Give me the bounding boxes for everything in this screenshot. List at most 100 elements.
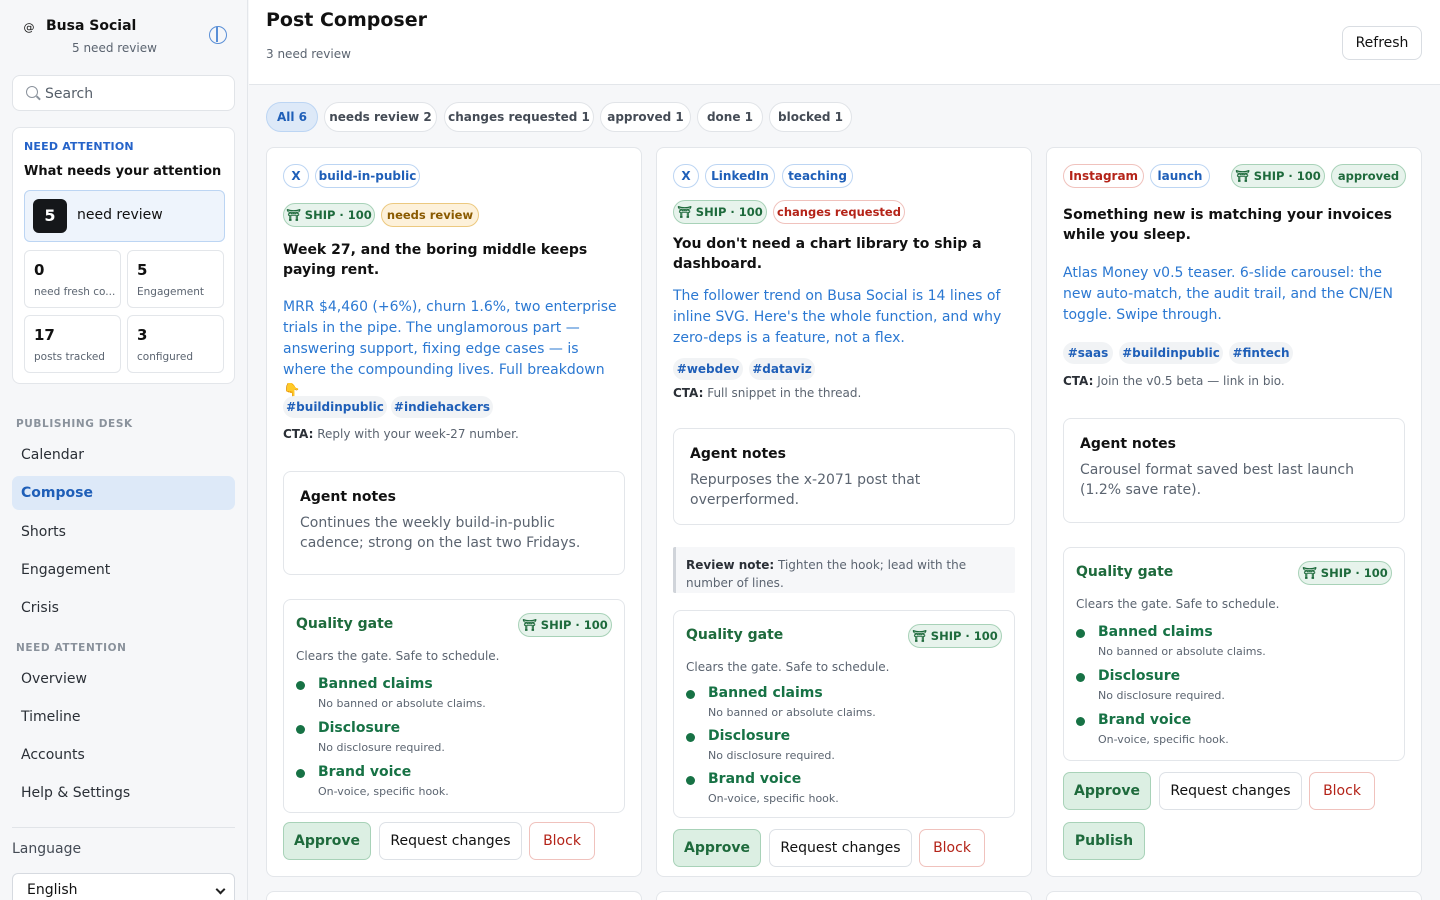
request-changes-button[interactable]: Request changes — [379, 822, 522, 860]
stat-value: 17 — [34, 326, 55, 344]
request-changes-button[interactable]: Request changes — [769, 829, 912, 867]
cta-label: CTA: — [283, 427, 314, 441]
quality-gate: Quality gate ⛩ SHIP · 100 Clears the gat… — [673, 610, 1015, 818]
filter-needs-review[interactable]: needs review 2 — [324, 102, 437, 132]
cta-text: Reply with your week-27 number. — [317, 427, 519, 441]
filter-all[interactable]: All 6 — [266, 102, 318, 132]
post-cta: CTA: Reply with your week-27 number. — [283, 427, 519, 441]
gate-check-detail: No disclosure required. — [708, 749, 835, 762]
filter-changes-requested[interactable]: changes requested 1 — [444, 102, 594, 132]
nav-section-attention: NEED ATTENTION — [16, 642, 127, 654]
status-badge: approved — [1331, 164, 1406, 188]
gate-check-detail: No banned or absolute claims. — [1098, 645, 1266, 658]
nav-item-shorts[interactable]: Shorts — [12, 515, 235, 549]
agent-notes-text: Continues the weekly build-in-public cad… — [300, 515, 581, 551]
search-box[interactable] — [12, 75, 235, 111]
gate-check-disclosure: Disclosure No disclosure required. — [296, 720, 606, 756]
post-body: The follower trend on Busa Social is 14 … — [673, 288, 1002, 346]
nav-item-accounts[interactable]: Accounts — [12, 738, 235, 772]
stat-posts-tracked[interactable]: 17 posts tracked — [24, 315, 121, 373]
gate-check-brand-voice: Brand voice On-voice, specific hook. — [686, 771, 996, 807]
platform-tag: X — [673, 164, 699, 188]
gate-check-title: Brand voice — [318, 764, 412, 780]
agent-notes-title: Agent notes — [1080, 436, 1176, 452]
language-label: Language — [12, 841, 82, 857]
hashtag: #dataviz — [749, 358, 815, 380]
filter-done[interactable]: done 1 — [697, 102, 763, 132]
need-review-label: need review — [77, 207, 163, 223]
approve-button[interactable]: Approve — [1063, 772, 1151, 810]
gate-check-title: Banned claims — [318, 676, 433, 692]
nav-section-publishing: PUBLISHING DESK — [16, 418, 133, 430]
nav-item-overview[interactable]: Overview — [12, 662, 235, 696]
publish-button[interactable]: Publish — [1063, 822, 1145, 860]
agent-notes-title: Agent notes — [690, 446, 786, 462]
gate-ship-badge: ⛩ SHIP · 100 — [518, 613, 612, 637]
agent-notes-text: Carousel format saved best last launch (… — [1080, 462, 1354, 498]
check-dot-icon — [686, 690, 695, 699]
nav-item-compose[interactable]: Compose — [12, 476, 235, 510]
filter-blocked[interactable]: blocked 1 — [769, 102, 852, 132]
stat-engagement[interactable]: 5 Engagement — [127, 250, 224, 308]
gate-check-title: Brand voice — [1098, 712, 1192, 728]
nav-item-calendar[interactable]: Calendar — [12, 438, 235, 472]
approve-button[interactable]: Approve — [283, 822, 371, 860]
gate-check-banned-claims: Banned claims No banned or absolute clai… — [686, 685, 996, 721]
need-review-count: 5 — [33, 199, 67, 233]
need-review-tile[interactable]: 5 need review — [24, 190, 225, 242]
cta-label: CTA: — [673, 386, 704, 400]
nav-item-help-settings[interactable]: Help & Settings — [12, 776, 235, 810]
nav-item-timeline[interactable]: Timeline — [12, 700, 235, 734]
block-button[interactable]: Block — [919, 829, 985, 867]
check-dot-icon — [1076, 717, 1085, 726]
gate-check-detail: No banned or absolute claims. — [318, 697, 486, 710]
request-changes-button[interactable]: Request changes — [1159, 772, 1302, 810]
stat-label: need fresh co... — [34, 286, 116, 298]
quality-gate-title: Quality gate — [686, 627, 784, 643]
block-button[interactable]: Block — [1309, 772, 1375, 810]
language-value: English — [27, 882, 78, 898]
post-card-next — [266, 891, 642, 900]
search-icon — [26, 86, 38, 98]
search-input[interactable] — [45, 84, 225, 104]
review-note-label: Review note: — [686, 558, 775, 572]
post-body: Atlas Money v0.5 teaser. 6-slide carouse… — [1063, 265, 1393, 323]
block-button[interactable]: Block — [529, 822, 595, 860]
quality-gate-summary: Clears the gate. Safe to schedule. — [686, 660, 890, 674]
approve-button[interactable]: Approve — [673, 829, 761, 867]
quality-gate-summary: Clears the gate. Safe to schedule. — [296, 649, 500, 663]
platform-tag: LinkedIn — [705, 164, 775, 188]
gate-ship-badge: ⛩ SHIP · 100 — [1298, 561, 1392, 585]
stat-label: posts tracked — [34, 351, 105, 363]
stat-label: Engagement — [137, 286, 204, 298]
stat-label: configured — [137, 351, 193, 363]
gate-check-disclosure: Disclosure No disclosure required. — [686, 728, 996, 764]
cta-label: CTA: — [1063, 374, 1094, 388]
language-select[interactable]: English — [12, 873, 235, 900]
post-card-next — [1046, 891, 1422, 900]
quality-gate: Quality gate ⛩ SHIP · 100 Clears the gat… — [1063, 547, 1405, 761]
hashtag: #buildinpublic — [1119, 342, 1223, 364]
filter-approved[interactable]: approved 1 — [600, 102, 691, 132]
check-dot-icon — [296, 681, 305, 690]
gate-check-disclosure: Disclosure No disclosure required. — [1076, 668, 1386, 704]
nav-item-crisis[interactable]: Crisis — [12, 591, 235, 625]
brand-subtitle: 5 need review — [72, 41, 157, 55]
post-title: Week 27, and the boring middle keeps pay… — [283, 242, 588, 278]
stat-configured[interactable]: 3 configured — [127, 315, 224, 373]
sidebar-toggle-icon[interactable] — [209, 26, 227, 44]
page-subtitle: 3 need review — [266, 47, 351, 61]
quality-gate: Quality gate ⛩ SHIP · 100 Clears the gat… — [283, 599, 625, 813]
check-dot-icon — [1076, 629, 1085, 638]
nav-item-engagement[interactable]: Engagement — [12, 553, 235, 587]
stat-need-fresh[interactable]: 0 need fresh co... — [24, 250, 121, 308]
refresh-button[interactable]: Refresh — [1342, 26, 1422, 60]
check-dot-icon — [686, 733, 695, 742]
gate-check-brand-voice: Brand voice On-voice, specific hook. — [1076, 712, 1386, 748]
hashtag: #fintech — [1229, 342, 1293, 364]
cta-text: Join the v0.5 beta — link in bio. — [1097, 374, 1285, 388]
quality-gate-title: Quality gate — [1076, 564, 1174, 580]
agent-notes-title: Agent notes — [300, 489, 396, 505]
topic-tag: build-in-public — [315, 164, 420, 188]
cta-text: Full snippet in the thread. — [707, 386, 862, 400]
